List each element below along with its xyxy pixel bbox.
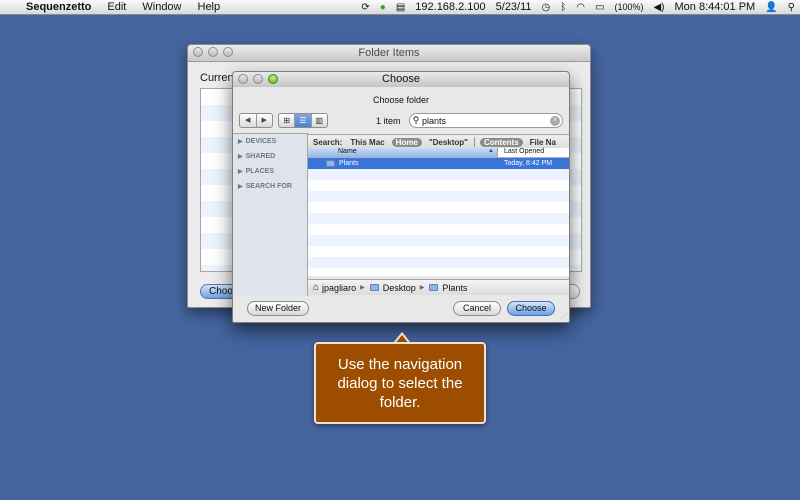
scope-divider [473, 137, 475, 147]
search-icon: ⚲ [412, 115, 420, 125]
sidebar-section-label: SHARED [245, 153, 276, 160]
scope-desktop[interactable]: "Desktop" [425, 138, 472, 147]
clear-search-icon[interactable]: × [550, 115, 560, 126]
folder-icon [429, 284, 439, 291]
app-menu[interactable]: Sequenzetto [22, 1, 99, 13]
list-item-last-opened: Today, 8:42 PM [504, 160, 553, 167]
folder-icon [326, 160, 335, 167]
new-folder-button[interactable]: New Folder [247, 301, 309, 316]
sidebar-section-shared[interactable]: ▶ SHARED [233, 149, 307, 164]
close-button[interactable] [193, 47, 203, 57]
ip-address[interactable]: 192.168.2.100 [410, 1, 490, 13]
search-input[interactable]: plants [422, 116, 550, 126]
path-item-home[interactable]: ⌂ jpagliaro ▶ [308, 282, 365, 293]
search-field[interactable]: ⚲ plants × [409, 113, 563, 128]
sidebar: ▶ DEVICES ▶ SHARED ▶ PLACES ▶ SEARCH FOR [233, 133, 308, 296]
network-monitor-icon[interactable]: ▤ [391, 2, 410, 13]
path-item-desktop[interactable]: Desktop ▶ [365, 282, 425, 293]
path-item-plants[interactable]: Plants [424, 283, 467, 293]
time-machine-icon[interactable]: ◷ [537, 2, 556, 13]
list-item[interactable]: Plants Today, 8:42 PM [308, 158, 569, 169]
column-header-name[interactable]: Name ▲ [308, 148, 498, 157]
window-controls [193, 47, 233, 57]
path-separator-icon: ▶ [419, 285, 425, 291]
scope-file-name[interactable]: File Na [526, 138, 560, 147]
path-separator-icon: ▶ [360, 285, 365, 291]
column-header-last-opened[interactable]: Last Opened [498, 148, 569, 157]
item-count: 1 item [376, 116, 401, 126]
window-title: Folder Items [358, 47, 420, 59]
resize-grip-icon[interactable]: ⋰ [560, 313, 568, 321]
disclosure-triangle-icon: ▶ [238, 139, 243, 145]
forward-arrow-icon[interactable]: ▶ [255, 114, 273, 127]
clock[interactable]: Mon 8:44:01 PM [670, 1, 761, 13]
column-name-label: Name [338, 148, 357, 155]
list-item-name: Plants [339, 160, 359, 167]
sidebar-section-label: SEARCH FOR [245, 183, 292, 190]
view-mode-control: ⊞ ☰ ▥ [278, 113, 328, 128]
back-arrow-icon[interactable]: ◀ [240, 114, 256, 127]
column-view-icon[interactable]: ▥ [310, 114, 327, 127]
zoom-button[interactable] [268, 74, 278, 84]
home-icon: ⌂ [313, 282, 320, 293]
dialog-controls [238, 74, 278, 84]
callout-text: Use the navigation dialog to select the … [337, 355, 463, 411]
menu-edit[interactable]: Edit [99, 1, 134, 13]
menu-extras: ⟳ ● ▤ 192.168.2.100 5/23/11 ◷ ᛒ ◠ ▭ (100… [356, 1, 800, 13]
date-display[interactable]: 5/23/11 [491, 1, 537, 13]
minimize-button[interactable] [208, 47, 218, 57]
bluetooth-icon[interactable]: ᛒ [555, 2, 571, 13]
dialog-title: Choose [382, 73, 420, 85]
sidebar-section-label: PLACES [245, 168, 275, 175]
disclosure-triangle-icon: ▶ [238, 169, 243, 175]
list-header: Name ▲ Last Opened [308, 148, 569, 158]
list-view-icon[interactable]: ☰ [294, 114, 311, 127]
sidebar-section-places[interactable]: ▶ PLACES [233, 164, 307, 179]
choose-dialog: Choose Choose folder ◀ ▶ ⊞ ☰ ▥ 1 item ⚲ … [232, 71, 570, 323]
sync-icon[interactable]: ⟳ [356, 2, 374, 13]
choose-button[interactable]: Choose [507, 301, 555, 316]
back-forward-control: ◀ ▶ [239, 113, 273, 128]
scope-contents[interactable]: Contents [479, 137, 523, 147]
user-icon[interactable]: 👤 [760, 2, 782, 13]
instruction-callout: Use the navigation dialog to select the … [314, 342, 486, 424]
path-bar: ⌂ jpagliaro ▶ Desktop ▶ Plants [308, 279, 569, 295]
file-list[interactable]: Plants Today, 8:42 PM [308, 158, 569, 276]
disclosure-triangle-icon: ▶ [238, 184, 243, 190]
list-item-name-cell: Plants [308, 160, 498, 167]
menu-bar: Sequenzetto Edit Window Help ⟳ ● ▤ 192.1… [0, 0, 800, 15]
sort-ascending-icon: ▲ [488, 148, 494, 154]
search-scope-bar: Search: This Mac Home "Desktop" Contents… [308, 134, 569, 149]
scope-this-mac[interactable]: This Mac [346, 138, 388, 147]
status-green-icon[interactable]: ● [375, 2, 391, 13]
wifi-icon[interactable]: ◠ [571, 2, 590, 13]
close-button[interactable] [238, 74, 248, 84]
zoom-button[interactable] [223, 47, 233, 57]
dialog-prompt: Choose folder [372, 95, 430, 105]
spotlight-icon[interactable]: ⚲ [783, 2, 800, 13]
battery-percent[interactable]: (100%) [609, 2, 648, 12]
sidebar-section-devices[interactable]: ▶ DEVICES [233, 134, 307, 149]
sidebar-section-label: DEVICES [245, 138, 277, 145]
cancel-button[interactable]: Cancel [453, 301, 501, 316]
icon-view-icon[interactable]: ⊞ [279, 114, 294, 127]
window-titlebar: Folder Items [188, 45, 590, 62]
dialog-titlebar: Choose [233, 72, 569, 87]
minimize-button[interactable] [253, 74, 263, 84]
folder-icon [369, 284, 379, 291]
volume-icon[interactable]: ◀) [648, 2, 669, 13]
path-item-label: Desktop [382, 282, 416, 293]
disclosure-triangle-icon: ▶ [238, 154, 243, 160]
sidebar-section-search-for[interactable]: ▶ SEARCH FOR [233, 179, 307, 194]
battery-icon[interactable]: ▭ [590, 2, 609, 13]
menu-help[interactable]: Help [190, 1, 229, 13]
scope-home[interactable]: Home [391, 137, 422, 147]
path-item-label: jpagliaro [322, 282, 357, 293]
path-item-label: Plants [442, 282, 468, 293]
scope-label: Search: [313, 137, 343, 147]
menu-window[interactable]: Window [134, 1, 189, 13]
